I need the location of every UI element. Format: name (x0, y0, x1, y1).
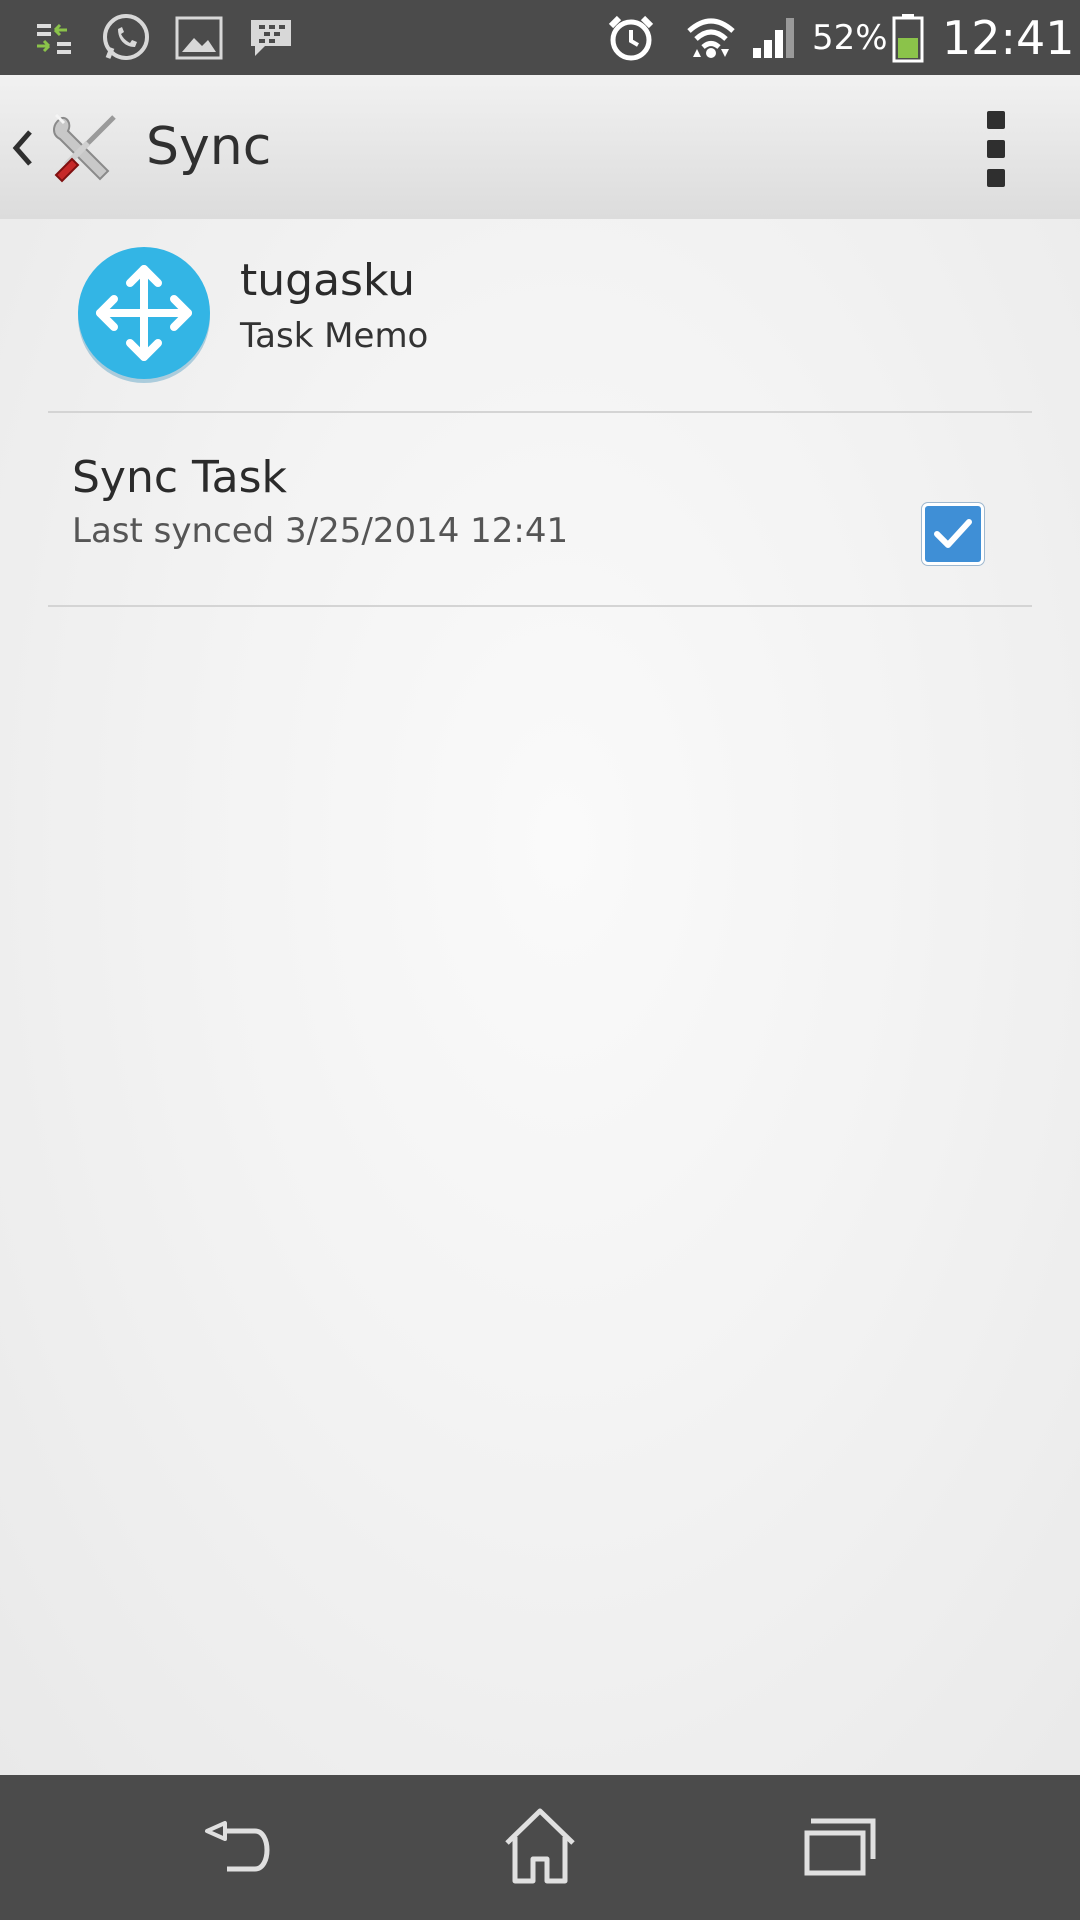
wifi-icon (684, 0, 738, 75)
data-transfer-icon (30, 0, 80, 75)
status-bar: 52% 12:41 (0, 0, 1080, 75)
recent-apps-icon[interactable] (785, 1803, 895, 1893)
account-type: Task Memo (240, 316, 429, 356)
battery-icon (890, 0, 926, 75)
battery-percent: 52% (812, 17, 888, 58)
back-chevron-icon[interactable] (8, 120, 36, 176)
page-title: Sync (146, 117, 272, 177)
sync-task-row[interactable]: Sync Task Last synced 3/25/2014 12:41 (0, 414, 1080, 604)
signal-icon (750, 0, 800, 75)
clock: 12:41 (942, 10, 1075, 65)
account-name: tugasku (240, 255, 415, 306)
bbm-icon (246, 0, 296, 75)
back-icon[interactable] (185, 1803, 295, 1893)
divider (48, 411, 1032, 413)
navigation-bar (0, 1775, 1080, 1920)
alarm-icon (604, 0, 658, 75)
settings-tools-icon[interactable] (46, 109, 124, 187)
divider (48, 605, 1032, 607)
sync-item-title: Sync Task (72, 452, 287, 503)
sync-item-subtitle: Last synced 3/25/2014 12:41 (72, 511, 569, 551)
content-area: tugasku Task Memo Sync Task Last synced … (0, 219, 1080, 1775)
checkmark-icon (934, 519, 972, 548)
account-header: tugasku Task Memo (0, 219, 1080, 412)
home-icon[interactable] (485, 1803, 595, 1893)
sync-task-checkbox[interactable] (922, 503, 984, 565)
whatsapp-icon (98, 0, 154, 75)
overflow-menu-icon[interactable] (968, 103, 1024, 195)
gallery-icon (172, 0, 226, 75)
move-arrows-icon (76, 247, 212, 383)
action-bar: Sync (0, 75, 1080, 220)
